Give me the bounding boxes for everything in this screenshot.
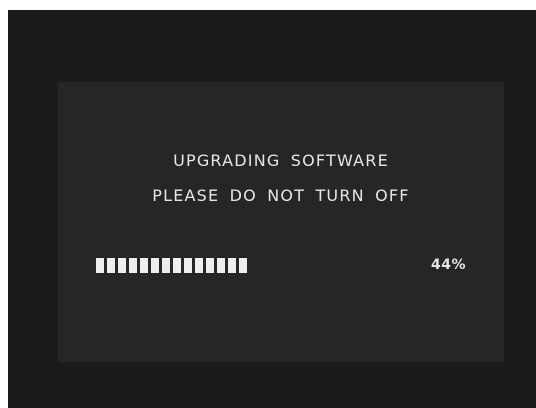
warning-message: PLEASE DO NOT TURN OFF bbox=[152, 186, 410, 205]
progress-segment bbox=[96, 258, 104, 273]
progress-segment bbox=[206, 258, 214, 273]
status-title: UPGRADING SOFTWARE bbox=[173, 151, 389, 170]
progress-segment bbox=[129, 258, 137, 273]
progress-segment bbox=[118, 258, 126, 273]
progress-percent: 44% bbox=[430, 257, 466, 273]
progress-segment bbox=[162, 258, 170, 273]
progress-segment bbox=[239, 258, 247, 273]
progress-segment bbox=[140, 258, 148, 273]
progress-segment bbox=[107, 258, 115, 273]
upgrade-dialog: UPGRADING SOFTWARE PLEASE DO NOT TURN OF… bbox=[58, 82, 504, 362]
progress-segment bbox=[217, 258, 225, 273]
screen-frame: UPGRADING SOFTWARE PLEASE DO NOT TURN OF… bbox=[8, 10, 536, 408]
progress-bar bbox=[96, 258, 247, 273]
progress-segment bbox=[173, 258, 181, 273]
progress-segment bbox=[151, 258, 159, 273]
progress-segment bbox=[228, 258, 236, 273]
progress-segment bbox=[195, 258, 203, 273]
progress-segment bbox=[184, 258, 192, 273]
